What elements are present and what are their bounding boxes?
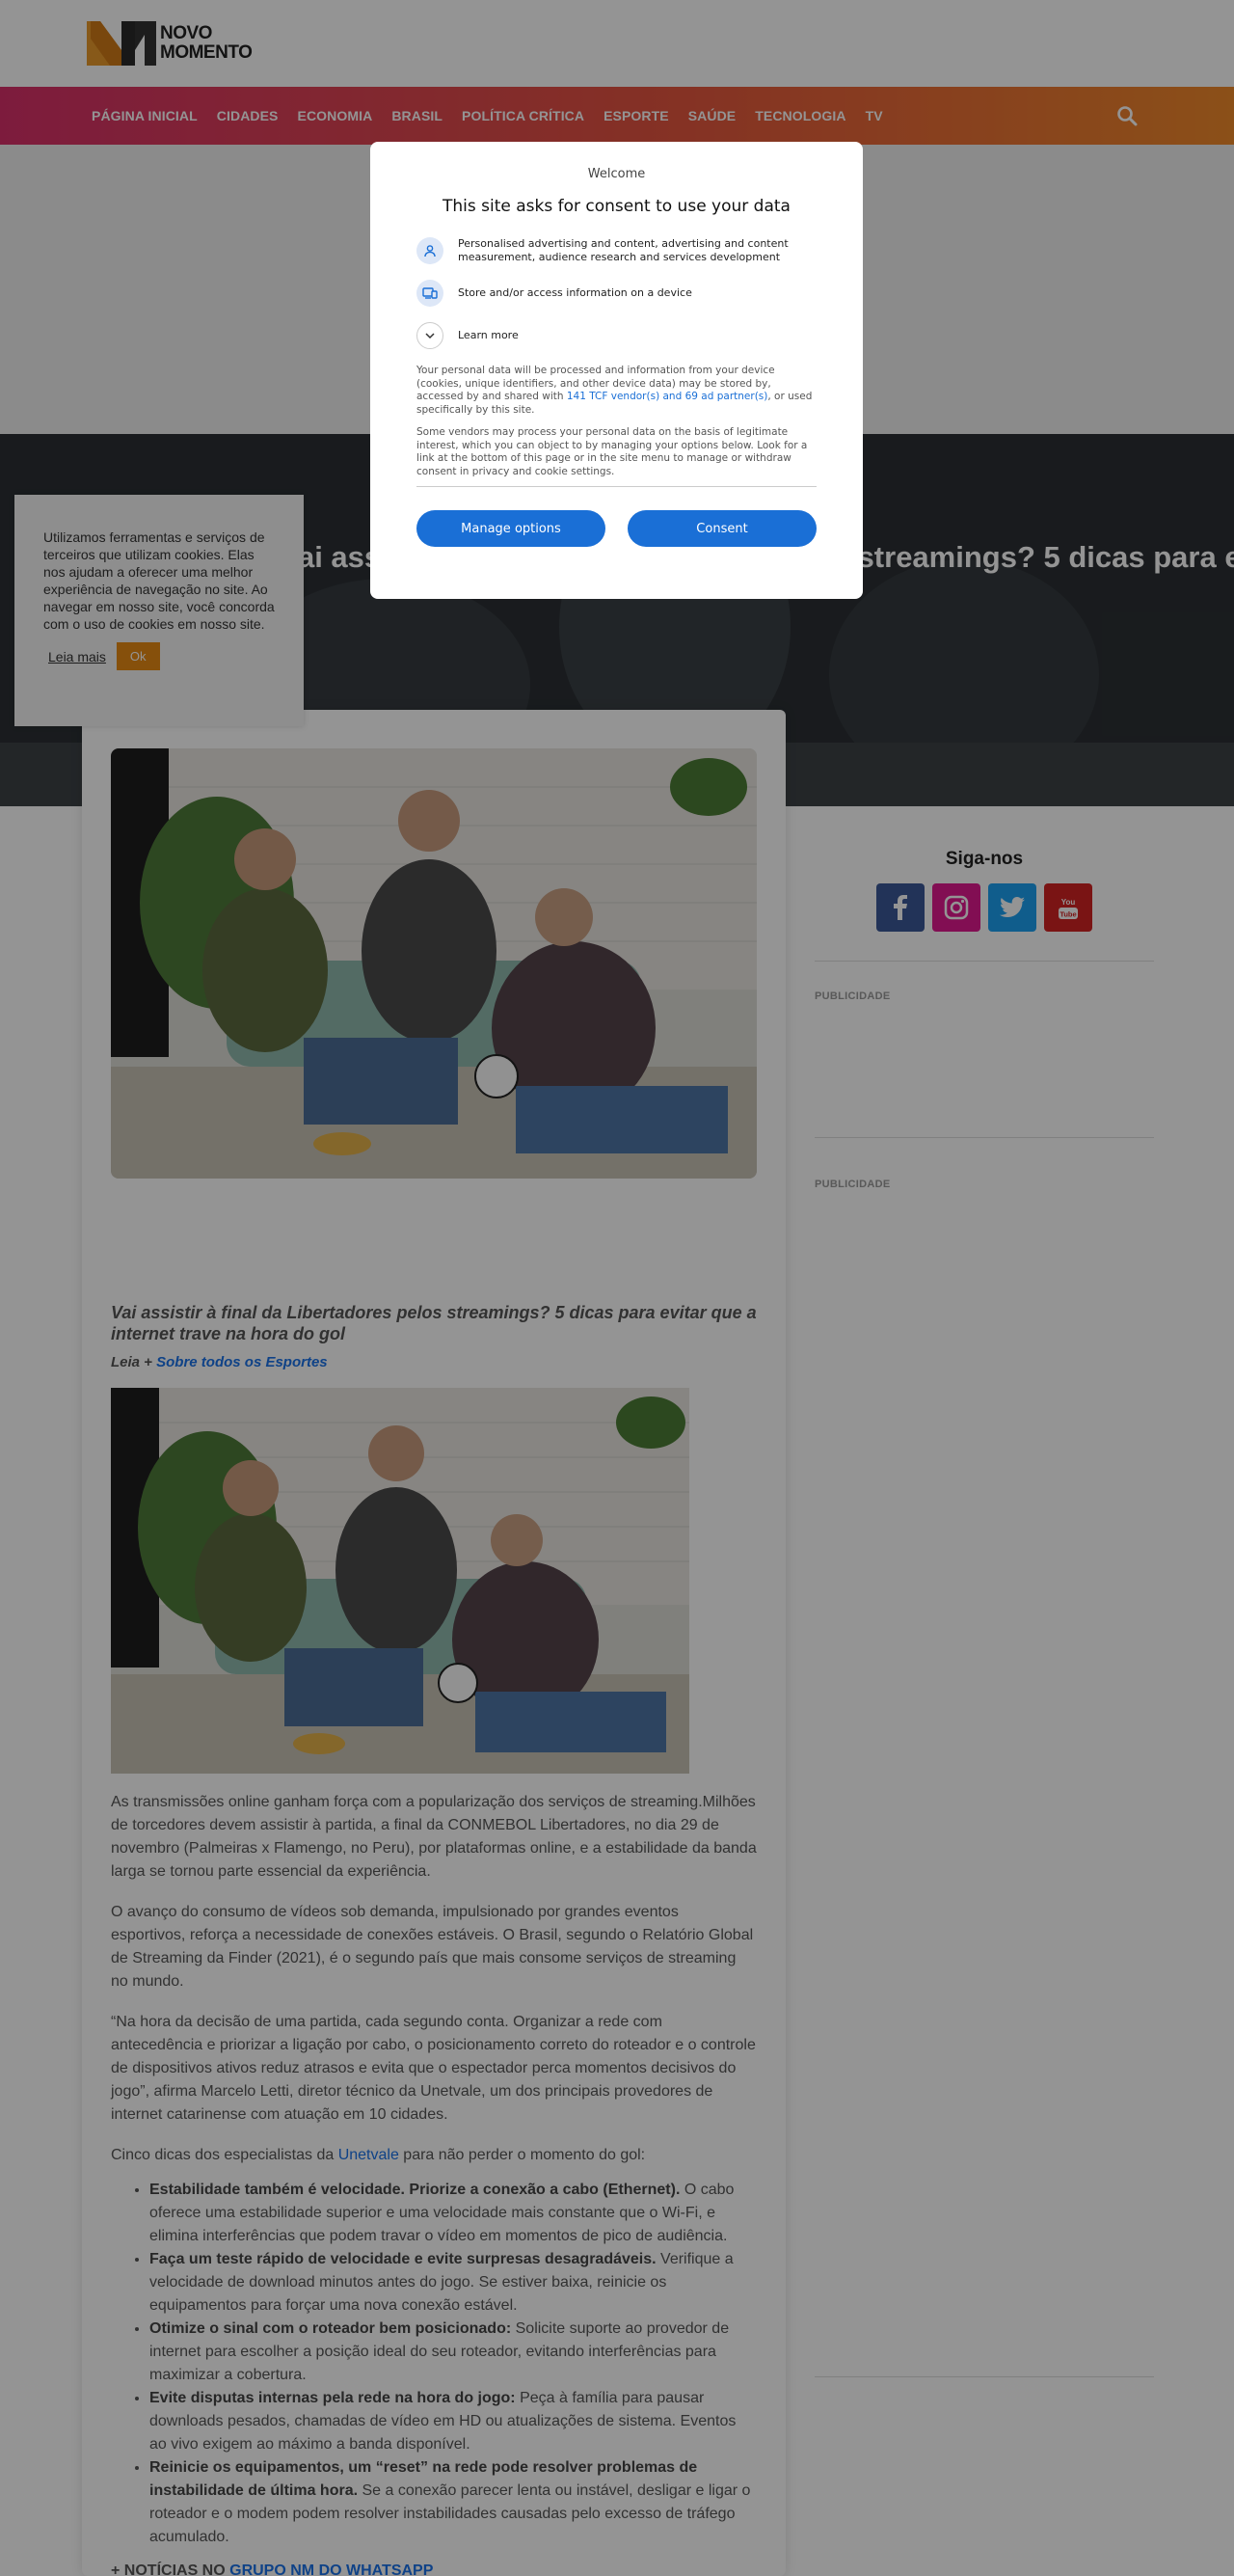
consent-purpose-2: Store and/or access information on a dev… (416, 280, 817, 307)
consent-info-2: Some vendors may process your personal d… (416, 426, 808, 477)
consent-learn-more[interactable]: Learn more (416, 322, 817, 349)
chevron-down-icon (416, 322, 443, 349)
consent-purpose-1: Personalised advertising and content, ad… (416, 237, 817, 264)
vendors-link[interactable]: 141 TCF vendor(s) and 69 ad partner(s) (567, 391, 767, 402)
consent-welcome: Welcome (587, 167, 646, 181)
consent-divider (416, 486, 817, 487)
consent-purpose-1-text: Personalised advertising and content, ad… (458, 237, 789, 263)
manage-options-button[interactable]: Manage options (416, 510, 605, 547)
learn-more-label: Learn more (458, 329, 519, 341)
consent-purpose-2-text: Store and/or access information on a dev… (458, 286, 692, 299)
person-icon (416, 237, 443, 264)
consent-title: This site asks for consent to use your d… (443, 197, 791, 216)
consent-dialog: Welcome This site asks for consent to us… (370, 142, 863, 599)
consent-info-1: Your personal data will be processed and… (416, 365, 817, 417)
consent-buttons: Manage options Consent (416, 510, 817, 547)
device-icon (416, 280, 443, 307)
consent-button[interactable]: Consent (628, 510, 817, 547)
